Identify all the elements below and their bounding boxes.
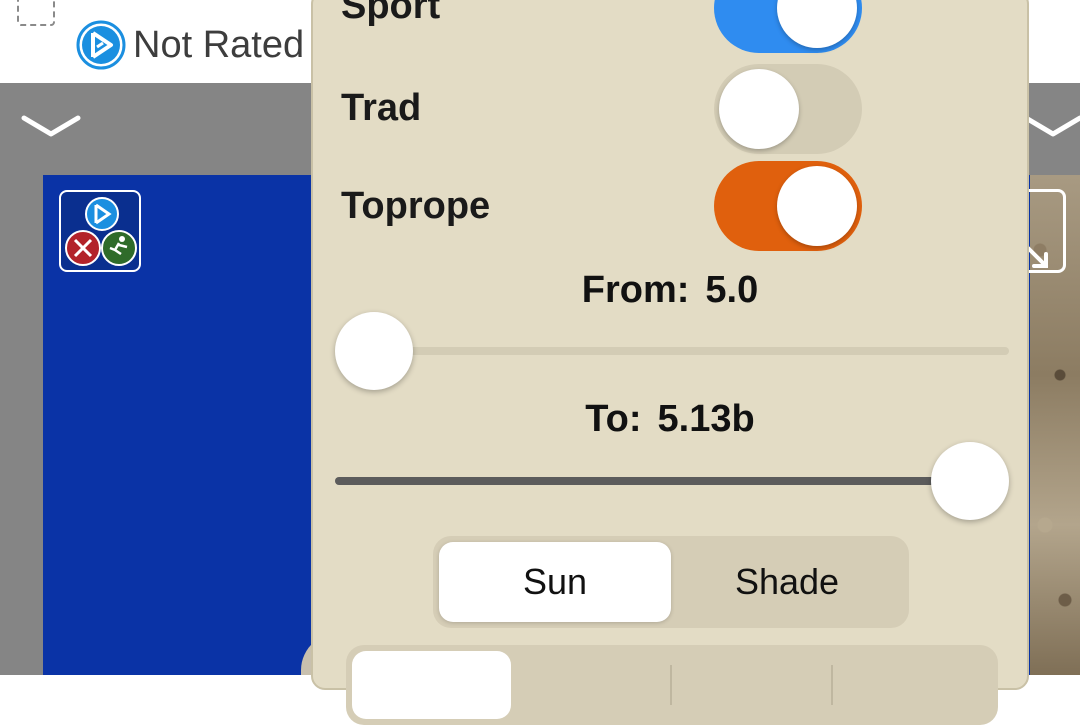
filter-panel: Sport Trad Toprope From: 5.0 To: 5.13b Sun… <box>311 0 1029 725</box>
expand-arrow-icon <box>1026 246 1048 268</box>
toprope-label: Toprope <box>341 185 491 227</box>
segment-sun[interactable]: Sun <box>439 542 671 622</box>
chevron-down-icon[interactable] <box>1022 112 1080 142</box>
trad-label: Trad <box>341 87 422 129</box>
segment-option[interactable] <box>833 665 992 705</box>
route-type-badge-icon <box>65 197 137 266</box>
select-checkbox-icon[interactable] <box>17 0 55 26</box>
segment-option[interactable] <box>352 651 511 719</box>
chevron-down-icon[interactable] <box>20 112 82 142</box>
sport-toggle[interactable] <box>714 0 862 53</box>
sport-label: Sport <box>341 0 441 27</box>
rating-label: Not Rated <box>133 24 305 66</box>
from-label: From: <box>581 269 690 311</box>
segment-shade[interactable]: Shade <box>671 542 903 622</box>
to-value: 5.13b <box>657 398 755 440</box>
from-value: 5.0 <box>705 269 759 311</box>
expand-photo-button[interactable] <box>1026 189 1066 273</box>
toggle-knob <box>777 0 857 48</box>
route-type-badge[interactable] <box>59 190 141 272</box>
trad-toggle[interactable] <box>714 64 862 154</box>
from-grade-readout: From: 5.0 <box>313 268 1027 312</box>
to-grade-slider[interactable] <box>335 441 1009 521</box>
toggle-knob <box>719 69 799 149</box>
segment-option[interactable] <box>511 665 672 705</box>
toprope-toggle[interactable] <box>714 161 862 251</box>
slider-track <box>335 347 1009 355</box>
rating-logo-icon <box>76 20 126 70</box>
exposure-segmented-control: Sun Shade <box>433 536 909 628</box>
slider-thumb[interactable] <box>931 442 1009 520</box>
segment-option[interactable] <box>672 665 833 705</box>
toggle-knob <box>777 166 857 246</box>
slider-fill <box>335 477 975 485</box>
to-grade-readout: To: 5.13b <box>313 397 1027 441</box>
slider-thumb[interactable] <box>335 312 413 390</box>
to-label: To: <box>585 398 642 440</box>
secondary-segmented-control <box>346 645 998 725</box>
from-grade-slider[interactable] <box>335 311 1009 391</box>
